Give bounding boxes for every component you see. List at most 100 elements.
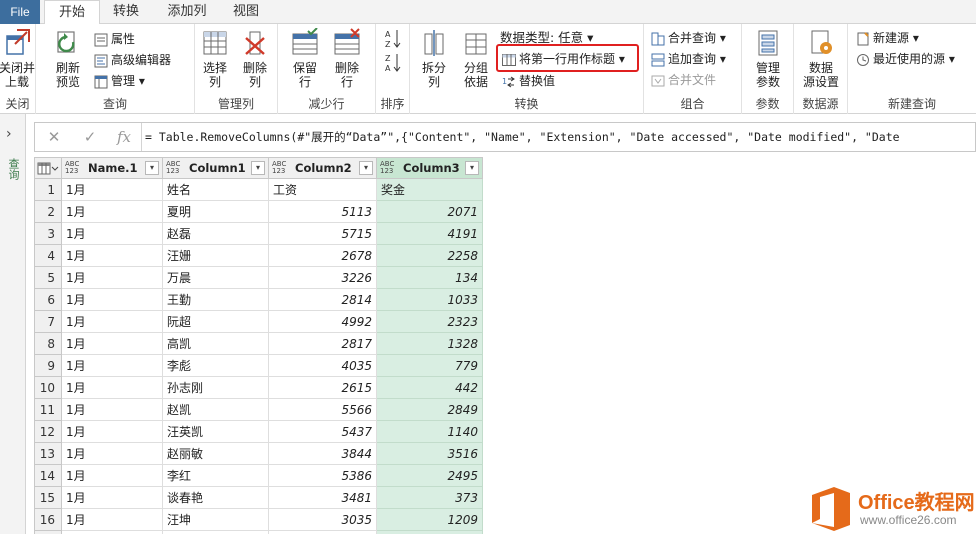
- table-cell[interactable]: 1月: [61, 332, 163, 355]
- table-row[interactable]: 11 1月 赵凯 5566 2849: [34, 398, 483, 421]
- table-cell[interactable]: 1209: [376, 508, 483, 531]
- table-cell[interactable]: 钱兰清: [162, 530, 269, 534]
- advanced-editor-button[interactable]: 高级编辑器: [94, 50, 171, 70]
- table-cell[interactable]: 1月: [61, 486, 163, 509]
- type-any-icon[interactable]: ABC 123: [272, 161, 286, 175]
- table-row[interactable]: 171月钱兰清26781548: [34, 530, 483, 534]
- table-cell[interactable]: 1140: [376, 420, 483, 443]
- table-cell[interactable]: 1548: [376, 530, 483, 534]
- close-load-button[interactable]: 关闭并 上载: [0, 28, 37, 89]
- table-cell[interactable]: 1月: [61, 178, 163, 201]
- tab-file[interactable]: File: [0, 0, 40, 24]
- table-row[interactable]: 9 1月 李彪 4035 779: [34, 354, 483, 377]
- table-cell[interactable]: 134: [376, 266, 483, 289]
- formula-input[interactable]: = Table.RemoveColumns(#"展开的“Data”",{"Con…: [145, 123, 975, 151]
- type-any-icon[interactable]: ABC 123: [65, 161, 79, 175]
- table-cell[interactable]: 5437: [268, 420, 377, 443]
- recent-sources-button[interactable]: 最近使用的源 ▾: [856, 49, 955, 69]
- table-cell[interactable]: 5715: [268, 222, 377, 245]
- data-source-settings-button[interactable]: 数据 源设置: [798, 28, 844, 89]
- table-row[interactable]: 5 1月 万晨 3226 134: [34, 266, 483, 289]
- table-cell[interactable]: 1月: [61, 508, 163, 531]
- tab-home[interactable]: 开始: [44, 0, 100, 25]
- table-cell[interactable]: 2817: [268, 332, 377, 355]
- table-cell[interactable]: 3481: [268, 486, 377, 509]
- table-cell[interactable]: 2849: [376, 398, 483, 421]
- table-row[interactable]: 6 1月 王勤 2814 1033: [34, 288, 483, 311]
- column-header-name1[interactable]: ABC 123 Name.1 ▾: [61, 157, 163, 179]
- merge-queries-button[interactable]: 合并查询 ▾: [651, 28, 726, 48]
- remove-rows-button[interactable]: 删除 行: [328, 28, 366, 89]
- table-cell[interactable]: 1328: [376, 332, 483, 355]
- filter-dropdown-icon[interactable]: ▾: [145, 161, 159, 175]
- table-cell[interactable]: 442: [376, 376, 483, 399]
- table-cell[interactable]: 高凯: [162, 332, 269, 355]
- manage-parameters-button[interactable]: 管理 参数: [748, 28, 788, 89]
- table-row[interactable]: 16 1月 汪坤 3035 1209: [34, 508, 483, 531]
- table-row[interactable]: 7 1月 阮超 4992 2323: [34, 310, 483, 333]
- filter-dropdown-icon[interactable]: ▾: [251, 161, 265, 175]
- chevron-right-icon[interactable]: ›: [6, 126, 12, 142]
- table-cell[interactable]: 3035: [268, 508, 377, 531]
- type-any-icon[interactable]: ABC 123: [380, 161, 394, 175]
- table-cell[interactable]: 1月: [61, 442, 163, 465]
- table-cell[interactable]: 2258: [376, 244, 483, 267]
- table-cell[interactable]: 1月: [61, 420, 163, 443]
- table-row[interactable]: 12 1月 汪英凯 5437 1140: [34, 420, 483, 443]
- column-header-column2[interactable]: ABC 123 Column2 ▾: [268, 157, 377, 179]
- split-column-button[interactable]: 拆分 列: [416, 28, 452, 89]
- table-cell[interactable]: 2678: [268, 530, 377, 534]
- table-cell[interactable]: 4035: [268, 354, 377, 377]
- table-row[interactable]: 15 1月 谈春艳 3481 373: [34, 486, 483, 509]
- table-cell[interactable]: 赵磊: [162, 222, 269, 245]
- table-cell[interactable]: 李红: [162, 464, 269, 487]
- table-row[interactable]: 3 1月 赵磊 5715 4191: [34, 222, 483, 245]
- table-cell[interactable]: 1月: [61, 354, 163, 377]
- table-row[interactable]: 1 1月 姓名 工资 奖金: [34, 178, 483, 201]
- table-cell[interactable]: 谈春艳: [162, 486, 269, 509]
- table-cell[interactable]: 4191: [376, 222, 483, 245]
- table-cell[interactable]: 2071: [376, 200, 483, 223]
- table-cell[interactable]: 1月: [61, 200, 163, 223]
- table-row[interactable]: 10 1月 孙志刚 2615 442: [34, 376, 483, 399]
- table-cell[interactable]: 汪姗: [162, 244, 269, 267]
- commit-icon[interactable]: ✓: [75, 127, 105, 147]
- append-queries-button[interactable]: 追加查询 ▾: [651, 49, 726, 69]
- table-cell[interactable]: 2678: [268, 244, 377, 267]
- table-cell[interactable]: 373: [376, 486, 483, 509]
- table-cell[interactable]: 3844: [268, 442, 377, 465]
- table-cell[interactable]: 1033: [376, 288, 483, 311]
- table-cell[interactable]: 1月: [61, 266, 163, 289]
- table-cell[interactable]: 1月: [61, 310, 163, 333]
- table-cell[interactable]: 5566: [268, 398, 377, 421]
- table-cell[interactable]: 汪英凯: [162, 420, 269, 443]
- table-cell[interactable]: 1月: [61, 376, 163, 399]
- table-cell[interactable]: 汪坤: [162, 508, 269, 531]
- table-cell[interactable]: 1月: [61, 244, 163, 267]
- table-cell[interactable]: 5386: [268, 464, 377, 487]
- tab-view[interactable]: 视图: [224, 0, 268, 24]
- group-by-button[interactable]: 分组 依据: [458, 28, 494, 89]
- table-cell[interactable]: 李彪: [162, 354, 269, 377]
- select-columns-button[interactable]: 选择 列: [197, 28, 233, 89]
- tab-transform[interactable]: 转换: [104, 0, 148, 24]
- table-cell[interactable]: 王勤: [162, 288, 269, 311]
- table-cell[interactable]: 孙志刚: [162, 376, 269, 399]
- table-cell[interactable]: 1月: [61, 398, 163, 421]
- table-cell[interactable]: 3516: [376, 442, 483, 465]
- table-cell[interactable]: 奖金: [376, 178, 483, 201]
- table-cell[interactable]: 1月: [61, 222, 163, 245]
- table-cell[interactable]: 1月: [61, 464, 163, 487]
- table-row[interactable]: 4 1月 汪姗 2678 2258: [34, 244, 483, 267]
- table-cell[interactable]: 779: [376, 354, 483, 377]
- table-cell[interactable]: 阮超: [162, 310, 269, 333]
- filter-dropdown-icon[interactable]: ▾: [359, 161, 373, 175]
- type-any-icon[interactable]: ABC 123: [166, 161, 180, 175]
- table-cell[interactable]: 夏明: [162, 200, 269, 223]
- table-cell[interactable]: 姓名: [162, 178, 269, 201]
- table-cell[interactable]: 1月: [61, 530, 163, 534]
- table-cell[interactable]: 工资: [268, 178, 377, 201]
- fx-icon[interactable]: fx: [109, 127, 139, 147]
- table-cell[interactable]: 赵丽敏: [162, 442, 269, 465]
- table-cell[interactable]: 5113: [268, 200, 377, 223]
